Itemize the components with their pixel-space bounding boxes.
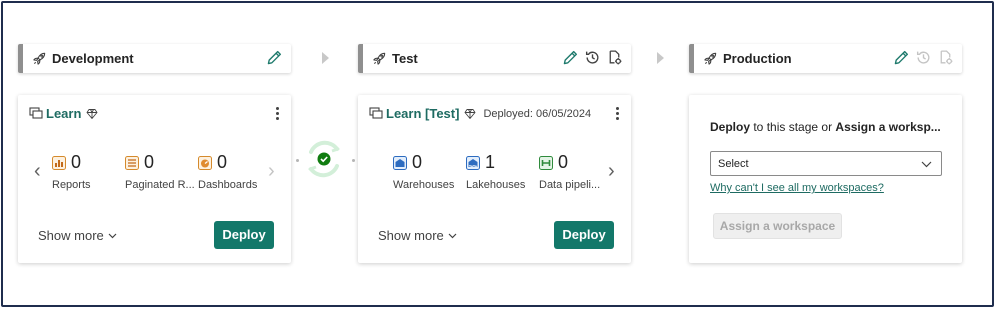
rocket-icon [33, 52, 46, 65]
item-label: Reports [52, 179, 91, 191]
assign-prompt: Deploy to this stage or Assign a worksp.… [710, 120, 941, 134]
prompt-middle: to this stage or [750, 120, 836, 134]
premium-diamond-icon [86, 108, 98, 119]
rocket-icon [704, 52, 717, 65]
more-options-icon[interactable] [276, 107, 280, 121]
stage-header-test: Test [358, 44, 631, 73]
stage-title: Test [392, 51, 418, 66]
rocket-icon [373, 52, 386, 65]
item-label: Lakehouses [466, 179, 526, 191]
dashboard-icon [198, 155, 212, 170]
premium-diamond-icon [464, 108, 476, 119]
paginated-report-icon [125, 155, 139, 170]
prompt-assign: Assign a worksp... [835, 120, 941, 134]
stage-card-test: Learn [Test] Deployed: 06/05/2024 0 Ware… [358, 95, 631, 263]
prompt-deploy: Deploy [710, 120, 751, 134]
sync-status-icon[interactable] [304, 137, 344, 181]
item-tile-lakehouses[interactable]: 1 Lakehouses [466, 152, 525, 191]
history-icon [916, 51, 930, 64]
deploy-button[interactable]: Deploy [554, 221, 614, 249]
chevron-down-icon [108, 233, 117, 238]
pencil-icon[interactable] [893, 49, 910, 66]
item-tile-dashboards[interactable]: 0 Dashboards [198, 152, 257, 191]
workspace-icon [369, 107, 383, 119]
workspace-name[interactable]: Learn [46, 106, 81, 121]
select-value: Select [718, 158, 749, 170]
deployment-rules-icon [940, 50, 953, 65]
item-count: 0 [558, 152, 569, 172]
item-label: Dashboards [198, 179, 258, 191]
history-icon[interactable] [584, 49, 601, 66]
item-count: 0 [217, 152, 228, 172]
show-more-toggle[interactable]: Show more [378, 228, 457, 243]
item-label: Warehouses [393, 179, 455, 191]
chevron-down-icon [448, 233, 457, 238]
item-tile-warehouses[interactable]: 0 Warehouses [393, 152, 454, 191]
chevron-down-icon [921, 161, 932, 168]
deploy-button[interactable]: Deploy [214, 221, 274, 249]
stage-separator-arrow [322, 52, 329, 64]
item-tile-data-pipelines[interactable]: 0 Data pipeli... [539, 152, 600, 191]
deployed-date: Deployed: 06/05/2024 [483, 107, 592, 120]
show-more-label: Show more [378, 228, 444, 243]
item-label: Paginated R... [125, 179, 195, 191]
warehouse-icon [393, 155, 407, 170]
report-icon [52, 155, 66, 170]
workspace-select[interactable]: Select [710, 151, 942, 176]
item-count: 0 [412, 152, 423, 172]
data-pipeline-icon [539, 155, 553, 170]
carousel-prev-icon[interactable]: ‹ [34, 161, 41, 181]
carousel-next-icon[interactable]: › [608, 161, 615, 181]
pencil-icon[interactable] [562, 49, 579, 66]
show-more-label: Show more [38, 228, 104, 243]
stage-separator-arrow [657, 52, 664, 64]
stage-bar [18, 44, 23, 73]
item-count: 0 [144, 152, 155, 172]
assign-workspace-button[interactable]: Assign a workspace [713, 213, 842, 239]
stage-header-development: Development [18, 44, 291, 73]
stage-title: Development [52, 51, 134, 66]
stage-card-development: Learn ‹ 0 Reports 0 Paginated R... 0 Das… [18, 95, 291, 263]
connector-dot [296, 159, 299, 162]
stage-title: Production [723, 51, 792, 66]
why-workspaces-link[interactable]: Why can't I see all my workspaces? [710, 182, 884, 194]
item-label: Data pipeli... [539, 179, 601, 191]
item-count: 0 [71, 152, 82, 172]
carousel-next-icon[interactable]: › [268, 161, 275, 181]
show-more-toggle[interactable]: Show more [38, 228, 117, 243]
workspace-icon [29, 107, 43, 119]
stage-card-production: Deploy to this stage or Assign a worksp.… [689, 95, 962, 263]
item-count: 1 [485, 152, 496, 172]
workspace-name[interactable]: Learn [Test] [386, 106, 459, 121]
lakehouse-icon [466, 155, 480, 170]
item-tile-reports[interactable]: 0 Reports [52, 152, 91, 191]
item-tile-paginated-reports[interactable]: 0 Paginated R... [125, 152, 195, 191]
connector-dot [352, 159, 355, 162]
stage-header-production: Production [689, 44, 962, 73]
stage-bar [689, 44, 694, 73]
stage-bar [358, 44, 363, 73]
deployment-rules-icon[interactable] [606, 49, 623, 66]
more-options-icon[interactable] [616, 107, 620, 121]
pencil-icon[interactable] [266, 49, 283, 66]
